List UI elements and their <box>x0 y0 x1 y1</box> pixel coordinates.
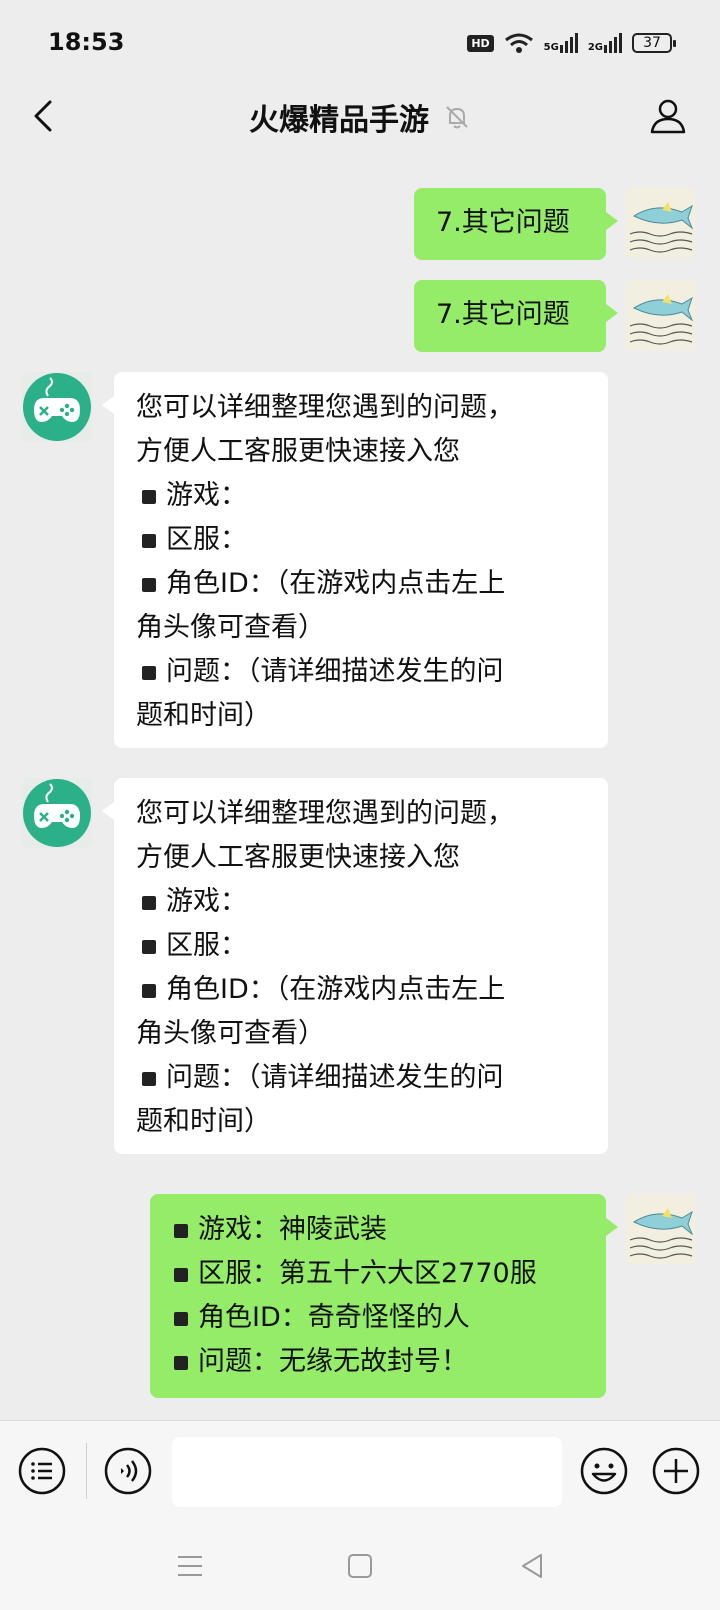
bullet-square-icon <box>142 983 156 998</box>
back-triangle-icon[interactable] <box>514 1548 550 1584</box>
gamepad-icon <box>22 778 92 848</box>
list-item: 角色ID：奇奇怪怪的人 <box>168 1296 588 1340</box>
bullet-square-icon <box>142 895 156 910</box>
list-item: 游戏： <box>136 880 586 924</box>
list-item: 区服： <box>136 518 586 562</box>
status-bar: 18:53 HD 5G 2G 37 <box>0 0 720 84</box>
list-item: 游戏：神陵武装 <box>168 1208 588 1252</box>
avatar[interactable] <box>626 280 696 350</box>
fish-avatar-icon <box>626 280 696 350</box>
signal-5g-icon: 5G <box>544 33 578 53</box>
list-item-cont: 题和时间） <box>136 1106 271 1137</box>
bullet-square-icon <box>142 1071 156 1086</box>
list-item: 游戏： <box>136 474 586 518</box>
voice-icon[interactable] <box>104 1447 152 1495</box>
bot-avatar[interactable] <box>22 372 92 442</box>
message-text: 7.其它问题 <box>436 299 570 330</box>
message-input[interactable] <box>172 1437 562 1507</box>
list-item: 区服： <box>136 924 586 968</box>
page-title: 火爆精品手游 <box>249 103 429 138</box>
list-item: 角色ID：（在游戏内点击左上 <box>136 968 586 1012</box>
avatar[interactable] <box>626 188 696 258</box>
list-item-cont: 题和时间） <box>136 700 271 731</box>
bot-avatar[interactable] <box>22 778 92 848</box>
bell-muted-icon <box>446 106 468 129</box>
bullet-square-icon <box>174 1267 188 1282</box>
message-text: 方便人工客服更快速接入您 <box>136 436 460 467</box>
list-item-cont: 角头像可查看） <box>136 612 325 643</box>
gamepad-icon <box>22 372 92 442</box>
message-bubble[interactable]: 游戏：神陵武装 区服：第五十六大区2770服 角色ID：奇奇怪怪的人 问题：无缘… <box>150 1194 618 1398</box>
bullet-square-icon <box>142 577 156 592</box>
message-bot: 您可以详细整理您遇到的问题， 方便人工客服更快速接入您 游戏： 区服： 角色ID… <box>102 372 608 748</box>
message-text: 您可以详细整理您遇到的问题， <box>136 392 514 423</box>
message-bubble[interactable]: 7.其它问题 <box>414 188 618 260</box>
list-item-cont: 角头像可查看） <box>136 1018 325 1049</box>
bullet-square-icon <box>174 1355 188 1370</box>
bullet-square-icon <box>142 533 156 548</box>
bullet-square-icon <box>142 939 156 954</box>
chat-area[interactable]: 7.其它问题 7.其它问题 您可以详细整理您遇到的问题， 方便人工客服更快速接入… <box>0 150 720 1420</box>
bullet-square-icon <box>174 1311 188 1326</box>
hd-badge: HD <box>467 34 494 52</box>
message-bubble[interactable]: 您可以详细整理您遇到的问题， 方便人工客服更快速接入您 游戏： 区服： 角色ID… <box>102 372 608 748</box>
message-self: 7.其它问题 <box>414 188 618 260</box>
bullet-square-icon <box>174 1223 188 1238</box>
list-item: 区服：第五十六大区2770服 <box>168 1252 588 1296</box>
message-self: 游戏：神陵武装 区服：第五十六大区2770服 角色ID：奇奇怪怪的人 问题：无缘… <box>150 1194 618 1398</box>
bullet-square-icon <box>142 665 156 680</box>
fish-avatar-icon <box>626 1194 696 1264</box>
message-text: 7.其它问题 <box>436 207 570 238</box>
emoji-icon[interactable] <box>580 1447 628 1495</box>
avatar[interactable] <box>626 1194 696 1264</box>
signal-2g-icon: 2G <box>588 33 622 53</box>
chat-header: 火爆精品手游 <box>0 84 720 150</box>
list-item: 问题：（请详细描述发生的问 <box>136 650 586 694</box>
divider <box>86 1443 87 1499</box>
home-icon[interactable] <box>342 1548 378 1584</box>
message-bubble[interactable]: 7.其它问题 <box>414 280 618 352</box>
battery-indicator: 37 <box>632 33 676 53</box>
bullet-square-icon <box>142 489 156 504</box>
wifi-icon <box>504 33 533 53</box>
input-bar <box>0 1420 720 1521</box>
message-text: 方便人工客服更快速接入您 <box>136 842 460 873</box>
message-text: 您可以详细整理您遇到的问题， <box>136 798 514 829</box>
menu-icon[interactable] <box>172 1548 208 1584</box>
list-icon[interactable] <box>18 1447 66 1495</box>
system-nav-bar <box>0 1520 720 1610</box>
title-wrap: 火爆精品手游 <box>0 84 720 150</box>
message-bot: 您可以详细整理您遇到的问题， 方便人工客服更快速接入您 游戏： 区服： 角色ID… <box>102 778 608 1154</box>
list-item: 角色ID：（在游戏内点击左上 <box>136 562 586 606</box>
status-time: 18:53 <box>48 28 125 56</box>
message-bubble[interactable]: 您可以详细整理您遇到的问题， 方便人工客服更快速接入您 游戏： 区服： 角色ID… <box>102 778 608 1154</box>
person-icon[interactable] <box>646 94 690 138</box>
list-item: 问题：无缘无故封号！ <box>168 1340 588 1384</box>
message-self: 7.其它问题 <box>414 280 618 352</box>
plus-icon[interactable] <box>652 1447 700 1495</box>
fish-avatar-icon <box>626 188 696 258</box>
list-item: 问题：（请详细描述发生的问 <box>136 1056 586 1100</box>
status-icons: HD 5G 2G 37 <box>467 30 676 56</box>
